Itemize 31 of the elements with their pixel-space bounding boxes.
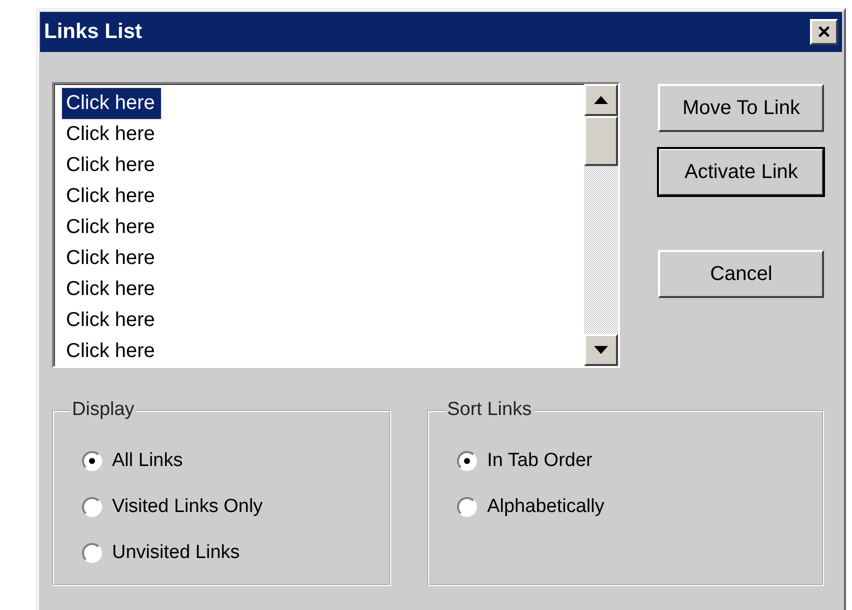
group-title: Display <box>70 399 136 421</box>
scroll-up-button[interactable] <box>584 84 618 116</box>
scroll-down-button[interactable] <box>584 334 618 366</box>
radio-button[interactable] <box>457 451 478 471</box>
list-item[interactable]: Click here <box>62 336 161 367</box>
down-arrow-icon <box>594 346 608 354</box>
scroll-thumb[interactable] <box>584 116 618 166</box>
list-item[interactable]: Click here <box>62 150 161 181</box>
radio-label[interactable]: In Tab Order <box>487 446 592 476</box>
dialog-button[interactable]: Move To Link <box>658 84 824 132</box>
list-item[interactable]: Click here <box>62 181 161 212</box>
list-item[interactable]: Click here <box>62 119 161 150</box>
list-item[interactable]: Click here <box>62 88 161 119</box>
radio-button[interactable] <box>82 451 102 471</box>
radio-label[interactable]: Unvisited Links <box>112 538 240 568</box>
list-item[interactable]: Click here <box>62 243 161 274</box>
dialog-button[interactable]: Activate Link <box>658 148 824 196</box>
list-item[interactable]: Click here <box>62 274 161 305</box>
radio-label[interactable]: Alphabetically <box>487 492 604 522</box>
up-arrow-icon <box>594 96 608 104</box>
radio-label[interactable]: Visited Links Only <box>112 492 263 522</box>
radio-button[interactable] <box>82 543 102 563</box>
close-button[interactable]: × <box>810 19 838 45</box>
dialog-button[interactable]: Cancel <box>658 250 824 298</box>
radio-button[interactable] <box>457 497 478 517</box>
scrollbar[interactable] <box>584 84 618 366</box>
window-title: Links List <box>44 19 142 46</box>
list-item[interactable]: Click here <box>62 305 161 336</box>
radio-button[interactable] <box>82 497 102 517</box>
radio-label[interactable]: All Links <box>112 446 183 476</box>
list-item[interactable]: Click here <box>62 212 161 243</box>
